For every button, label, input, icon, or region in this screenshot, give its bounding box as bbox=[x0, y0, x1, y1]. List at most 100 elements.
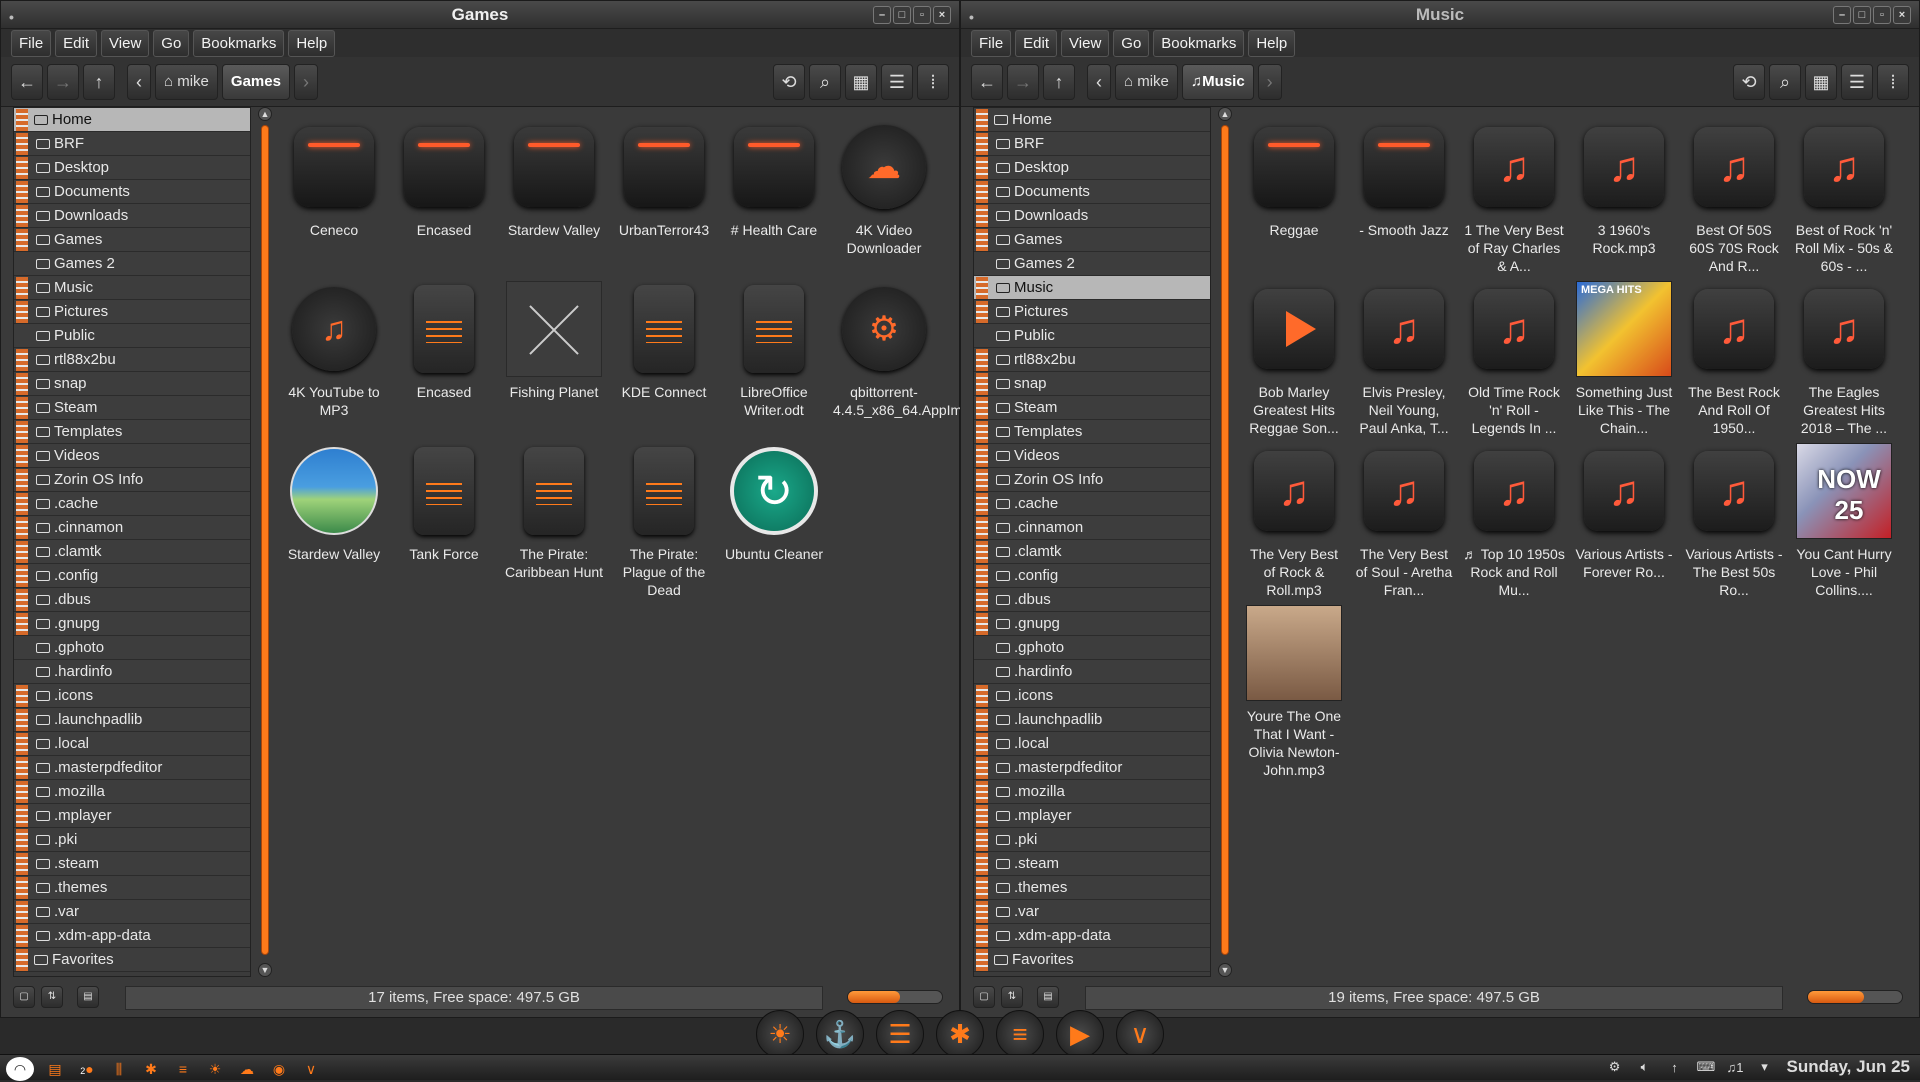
file-item[interactable]: ♫ Various Artists - The Best 50s Ro... bbox=[1679, 443, 1789, 605]
window-titlebar[interactable]: • Games – □ ▫ × bbox=[1, 1, 959, 29]
expander-icon[interactable] bbox=[976, 564, 988, 587]
file-item[interactable]: ♫ 4K YouTube to MP3 bbox=[279, 281, 389, 443]
expander-icon[interactable] bbox=[976, 924, 988, 947]
dock-launcher-icon[interactable]: ☰ bbox=[876, 1010, 924, 1058]
expander-icon[interactable] bbox=[16, 852, 28, 875]
dock-launcher-icon[interactable]: ≡ bbox=[996, 1010, 1044, 1058]
sidebar-item-dot-steam[interactable]: .steam bbox=[974, 852, 1210, 876]
sidebar-item-dot-var[interactable]: .var bbox=[14, 900, 250, 924]
sidebar-item-dot-clamtk[interactable]: .clamtk bbox=[14, 540, 250, 564]
file-item[interactable]: Ubuntu Cleaner bbox=[719, 443, 829, 605]
menu-view[interactable]: View bbox=[101, 29, 150, 57]
expander-icon[interactable] bbox=[16, 588, 28, 611]
file-item[interactable]: ♫ ♬ Top 10 1950s Rock and Roll Mu... bbox=[1459, 443, 1569, 605]
file-item[interactable]: Encased bbox=[389, 119, 499, 281]
dock-launcher-icon[interactable]: ☀ bbox=[756, 1010, 804, 1058]
menu-edit[interactable]: Edit bbox=[55, 29, 98, 57]
file-item[interactable]: NOW 25 You Cant Hurry Love - Phil Collins… bbox=[1789, 443, 1899, 605]
sidebar-item-music[interactable]: Music bbox=[974, 276, 1210, 300]
up-button[interactable]: ↑ bbox=[1043, 63, 1075, 100]
expander-icon[interactable] bbox=[976, 540, 988, 563]
clock[interactable]: Sunday, Jun 25 bbox=[1787, 1057, 1910, 1077]
sidebar-item-dot-launchpadlib[interactable]: .launchpadlib bbox=[14, 708, 250, 732]
expander-icon[interactable] bbox=[16, 132, 28, 155]
sidebar-item-pictures[interactable]: Pictures bbox=[14, 300, 250, 324]
sidebar-item-dot-masterpdfeditor[interactable]: .masterpdfeditor bbox=[14, 756, 250, 780]
scroll-down-arrow[interactable]: ▼ bbox=[258, 963, 272, 977]
dock-launcher-icon[interactable]: ∨ bbox=[1116, 1010, 1164, 1058]
file-item[interactable]: Fishing Planet bbox=[499, 281, 609, 443]
file-item[interactable]: Stardew Valley bbox=[499, 119, 609, 281]
menu-go[interactable]: Go bbox=[1113, 29, 1150, 57]
list-view-button[interactable]: ☰ bbox=[1841, 64, 1873, 100]
menu-help[interactable]: Help bbox=[1248, 29, 1296, 57]
files-launcher-icon[interactable]: ▤ bbox=[44, 1058, 66, 1080]
dock-launcher-icon[interactable]: ⚓ bbox=[816, 1010, 864, 1058]
expander-icon[interactable] bbox=[976, 492, 988, 515]
sidebar-item-dot-gnupg[interactable]: .gnupg bbox=[974, 612, 1210, 636]
search-button[interactable]: ⌕ bbox=[1769, 64, 1801, 100]
expander-icon[interactable] bbox=[976, 948, 988, 971]
zoom-slider[interactable] bbox=[847, 990, 943, 1004]
expander-icon[interactable] bbox=[16, 924, 28, 947]
sidebar-item-brf[interactable]: BRF bbox=[974, 132, 1210, 156]
breadcrumb-current[interactable]: ♫Music bbox=[1181, 63, 1254, 100]
sidebar-item-dot-local[interactable]: .local bbox=[974, 732, 1210, 756]
file-item[interactable]: Encased bbox=[389, 281, 499, 443]
sidebar-item-dot-dbus[interactable]: .dbus bbox=[14, 588, 250, 612]
menu-bookmarks[interactable]: Bookmarks bbox=[1153, 29, 1245, 57]
window-titlebar[interactable]: • Music – □ ▫ × bbox=[961, 1, 1919, 29]
sidebar-scrollbar[interactable]: ▲ ▼ bbox=[257, 107, 273, 977]
expander-icon[interactable] bbox=[16, 732, 28, 755]
file-item[interactable]: ♫ 1 The Very Best of Ray Charles & A... bbox=[1459, 119, 1569, 281]
expander-icon[interactable] bbox=[16, 204, 28, 227]
file-item[interactable]: ♫ The Best Rock And Roll Of 1950... bbox=[1679, 281, 1789, 443]
tree-view-button[interactable]: ⇅ bbox=[41, 986, 63, 1008]
expander-icon[interactable] bbox=[976, 588, 988, 611]
compact-view-button[interactable]: ⦙ bbox=[1877, 64, 1909, 100]
sidebar-scrollbar[interactable]: ▲ ▼ bbox=[1217, 107, 1233, 977]
sidebar-item-games[interactable]: Games bbox=[14, 228, 250, 252]
sidebar-item-templates[interactable]: Templates bbox=[974, 420, 1210, 444]
expander-icon[interactable] bbox=[16, 300, 28, 323]
sidebar-item-dot-gphoto[interactable]: .gphoto bbox=[974, 636, 1210, 660]
expander-icon[interactable] bbox=[976, 132, 988, 155]
sidebar-item-dot-mplayer[interactable]: .mplayer bbox=[14, 804, 250, 828]
sidebar-item-dot-hardinfo[interactable]: .hardinfo bbox=[974, 660, 1210, 684]
sidebar-item-dot-pki[interactable]: .pki bbox=[974, 828, 1210, 852]
file-item[interactable]: UrbanTerror43 bbox=[609, 119, 719, 281]
file-item[interactable]: ♫ Elvis Presley, Neil Young, Paul Anka, T… bbox=[1349, 281, 1459, 443]
sidebar-item-dot-hardinfo[interactable]: .hardinfo bbox=[14, 660, 250, 684]
window-menu-icon[interactable]: • bbox=[969, 3, 974, 31]
window-menu-icon[interactable]: • bbox=[9, 3, 14, 31]
expander-icon[interactable] bbox=[976, 372, 988, 395]
expander-icon[interactable] bbox=[16, 612, 28, 635]
sidebar-item-brf[interactable]: BRF bbox=[14, 132, 250, 156]
sidebar-item-templates[interactable]: Templates bbox=[14, 420, 250, 444]
sidebar-item-dot-cache[interactable]: .cache bbox=[14, 492, 250, 516]
expander-icon[interactable] bbox=[16, 828, 28, 851]
file-item[interactable]: ♫ Best Of 50S 60S 70S Rock And R... bbox=[1679, 119, 1789, 281]
expander-icon[interactable] bbox=[16, 708, 28, 731]
file-item[interactable]: The Pirate: Caribbean Hunt bbox=[499, 443, 609, 605]
expander-icon[interactable] bbox=[976, 516, 988, 539]
expander-icon[interactable] bbox=[16, 516, 28, 539]
sidebar-item-downloads[interactable]: Downloads bbox=[14, 204, 250, 228]
expander-icon[interactable] bbox=[16, 756, 28, 779]
expander-icon[interactable] bbox=[976, 108, 988, 131]
file-item[interactable]: ♫ 3 1960's Rock.mp3 bbox=[1569, 119, 1679, 281]
sidebar-item-dot-mplayer[interactable]: .mplayer bbox=[974, 804, 1210, 828]
file-item[interactable]: ♫ The Very Best of Rock & Roll.mp3 bbox=[1239, 443, 1349, 605]
file-item[interactable]: ♫ Old Time Rock 'n' Roll - Legends In ... bbox=[1459, 281, 1569, 443]
expander-icon[interactable] bbox=[976, 684, 988, 707]
icon-view-button[interactable]: ▦ bbox=[845, 64, 877, 100]
sidebar-item-games-2[interactable]: Games 2 bbox=[974, 252, 1210, 276]
minimize-button[interactable]: – bbox=[873, 6, 891, 24]
sidebar-item-dot-themes[interactable]: .themes bbox=[14, 876, 250, 900]
start-menu-button[interactable]: ◠ bbox=[6, 1057, 34, 1081]
back-button[interactable]: ← bbox=[11, 63, 43, 100]
sidebar-item-dot-icons[interactable]: .icons bbox=[14, 684, 250, 708]
file-item[interactable]: Youre The One That I Want - Olivia Newto… bbox=[1239, 605, 1349, 778]
show-sidebar-button[interactable]: ▢ bbox=[13, 986, 35, 1008]
sidebar-item-dot-clamtk[interactable]: .clamtk bbox=[974, 540, 1210, 564]
